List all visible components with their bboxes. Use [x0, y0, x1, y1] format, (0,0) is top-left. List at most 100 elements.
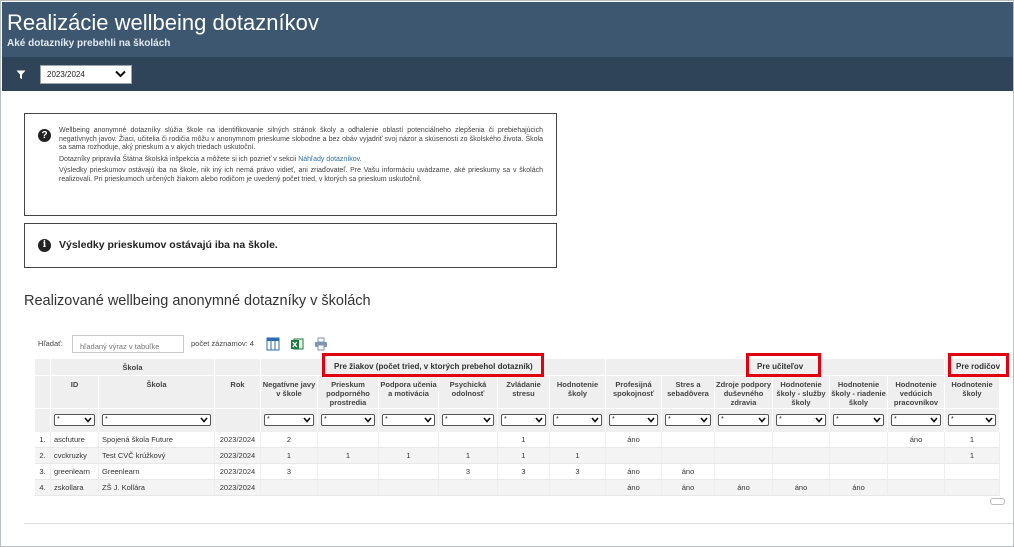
table-cell: áno: [888, 432, 945, 448]
table-cell: [550, 480, 606, 496]
column-header[interactable]: Hodnotenie školy - služby školy: [773, 376, 830, 409]
column-header[interactable]: ID: [51, 376, 99, 409]
table-cell: [379, 480, 439, 496]
print-icon[interactable]: [314, 337, 328, 351]
filter-value: *: [779, 416, 782, 423]
filter-id-select[interactable]: *: [54, 414, 95, 426]
column-filter-select[interactable]: *: [501, 414, 546, 426]
column-header[interactable]: Zdroje podpory duševného zdravia: [715, 376, 773, 409]
column-header[interactable]: Hodnotenie školy: [550, 376, 606, 409]
table-cell: 1: [439, 448, 498, 464]
chevron-down-icon: [985, 417, 993, 423]
table-cell: [715, 432, 773, 448]
filter-cell: [215, 409, 261, 432]
question-icon: ?: [38, 129, 51, 142]
column-header[interactable]: Psychická odolnosť: [439, 376, 498, 409]
columns-icon[interactable]: [266, 337, 280, 351]
column-filter-select[interactable]: *: [382, 414, 435, 426]
filter-value: *: [385, 416, 388, 423]
column-header[interactable]: Prieskum podporného prostredia: [318, 376, 379, 409]
column-header[interactable]: Negatívne javy v škole: [261, 376, 318, 409]
filter-cell: *: [773, 409, 830, 432]
chevron-down-icon: [303, 417, 311, 423]
column-header[interactable]: Stres a sebadôvera: [662, 376, 715, 409]
table-cell: [888, 448, 945, 464]
notice-text: Výsledky prieskumov ostávajú iba na škol…: [59, 239, 278, 251]
filter-cell: *: [379, 409, 439, 432]
info-paragraph-1: Wellbeing anonymné dotazníky slúžia škol…: [59, 127, 543, 152]
column-filter-select[interactable]: *: [264, 414, 314, 426]
year-select[interactable]: 2023/2024: [40, 65, 132, 84]
column-filter-select[interactable]: *: [718, 414, 769, 426]
filter-cell: *: [662, 409, 715, 432]
column-header[interactable]: Zvládanie stresu: [498, 376, 550, 409]
column-filter-select[interactable]: *: [609, 414, 658, 426]
chevron-down-icon: [483, 417, 491, 423]
scroll-right-indicator[interactable]: [990, 498, 1005, 505]
group-spacer: [35, 359, 51, 376]
filter-value: *: [324, 416, 327, 423]
table-cell: [773, 432, 830, 448]
info-paragraph-2: Dotazníky pripravila Štátna školská inšp…: [59, 156, 543, 165]
table-cell: Greenlearn: [99, 464, 215, 480]
column-header[interactable]: Podpora učenia a motivácia: [379, 376, 439, 409]
column-filter-select[interactable]: *: [102, 414, 211, 426]
column-filter-select[interactable]: *: [321, 414, 375, 426]
column-filter-select[interactable]: *: [776, 414, 826, 426]
results-table: Škola ID Škola Rok Negatívne javy v škole Pri…: [35, 359, 1007, 497]
filter-cell: *: [550, 409, 606, 432]
column-filter-select[interactable]: *: [833, 414, 884, 426]
filter-value: *: [57, 416, 60, 423]
filter-cell: *: [439, 409, 498, 432]
table-cell: [662, 432, 715, 448]
row-number: 2.: [35, 448, 51, 464]
column-filter-select[interactable]: *: [553, 414, 602, 426]
filter-icon[interactable]: [16, 70, 26, 80]
table-cell: [498, 480, 550, 496]
table-cell: [379, 464, 439, 480]
filter-cell: *: [945, 409, 1000, 432]
table-cell: [830, 464, 888, 480]
column-header[interactable]: Rok: [215, 376, 261, 409]
table-cell: [439, 480, 498, 496]
filter-value: *: [445, 416, 448, 423]
table-cell: [888, 464, 945, 480]
app-window: Realizácie wellbeing dotazníkov Aké dota…: [0, 0, 1014, 547]
chevron-down-icon: [364, 417, 372, 423]
section-title: Realizované wellbeing anonymné dotazníky…: [24, 293, 371, 309]
table-cell: 1: [318, 448, 379, 464]
column-header[interactable]: Hodnotenie školy: [945, 376, 1000, 409]
info-box: ? Wellbeing anonymné dotazníky slúžia šk…: [24, 113, 557, 216]
table-cell: 3: [498, 464, 550, 480]
column-header[interactable]: Škola: [99, 376, 215, 409]
table-cell: 1: [498, 432, 550, 448]
info-paragraph-2-text: Dotazníky pripravila Štátna školská inšp…: [59, 155, 297, 163]
table-cell: greenlearn: [51, 464, 99, 480]
filter-cell: *: [830, 409, 888, 432]
column-filter-select[interactable]: *: [891, 414, 941, 426]
search-input[interactable]: [72, 335, 184, 353]
filter-cell: *: [99, 409, 215, 432]
chevron-down-icon: [115, 70, 126, 78]
previews-link[interactable]: Náhľady dotazníkov: [298, 156, 359, 163]
table-cell: [318, 432, 379, 448]
chevron-down-icon: [591, 417, 599, 423]
filter-value: *: [267, 416, 270, 423]
table-cell: [261, 480, 318, 496]
chevron-down-icon: [758, 417, 766, 423]
column-header[interactable]: Profesijná spokojnosť: [606, 376, 662, 409]
column-filter-select[interactable]: *: [665, 414, 711, 426]
table-cell: áno: [606, 464, 662, 480]
excel-export-icon[interactable]: [290, 337, 304, 351]
filter-value: *: [556, 416, 559, 423]
column-filter-select[interactable]: *: [948, 414, 996, 426]
table-cell: ascfuture: [51, 432, 99, 448]
table-cell: [773, 464, 830, 480]
column-filter-select[interactable]: *: [442, 414, 494, 426]
table-cell: 1: [945, 432, 1000, 448]
table-cell: [945, 464, 1000, 480]
table-cell: áno: [606, 480, 662, 496]
column-header[interactable]: Hodnotenie školy - riadenie školy: [830, 376, 888, 409]
info-paragraph-3: Výsledky prieskumov ostávajú iba na škol…: [59, 167, 543, 183]
column-header[interactable]: Hodnotenie vedúcich pracovníkov: [888, 376, 945, 409]
